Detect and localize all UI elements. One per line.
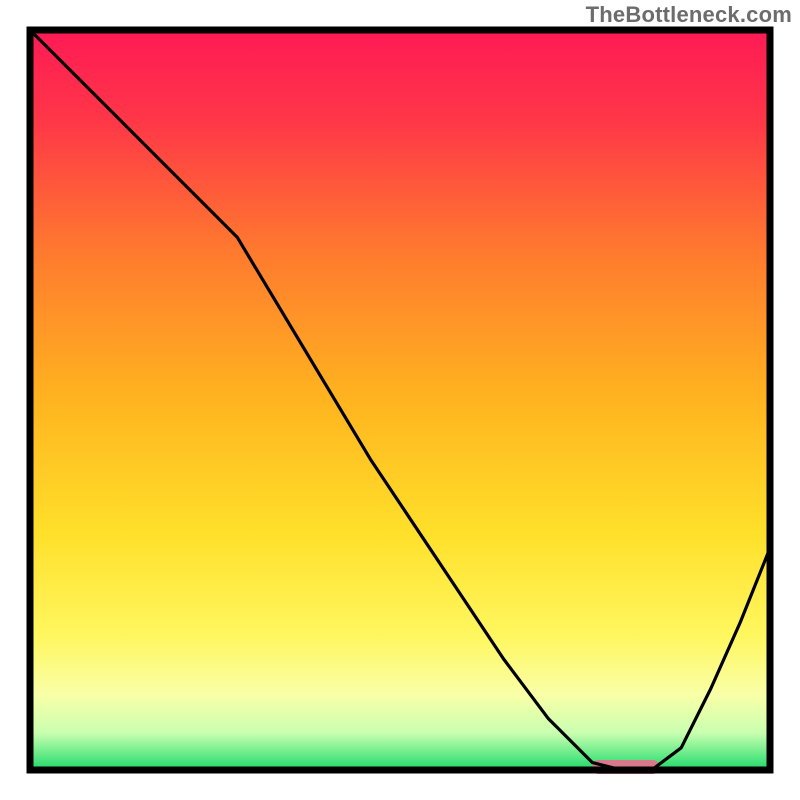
bottleneck-chart [0, 0, 800, 800]
chart-container: TheBottleneck.com [0, 0, 800, 800]
